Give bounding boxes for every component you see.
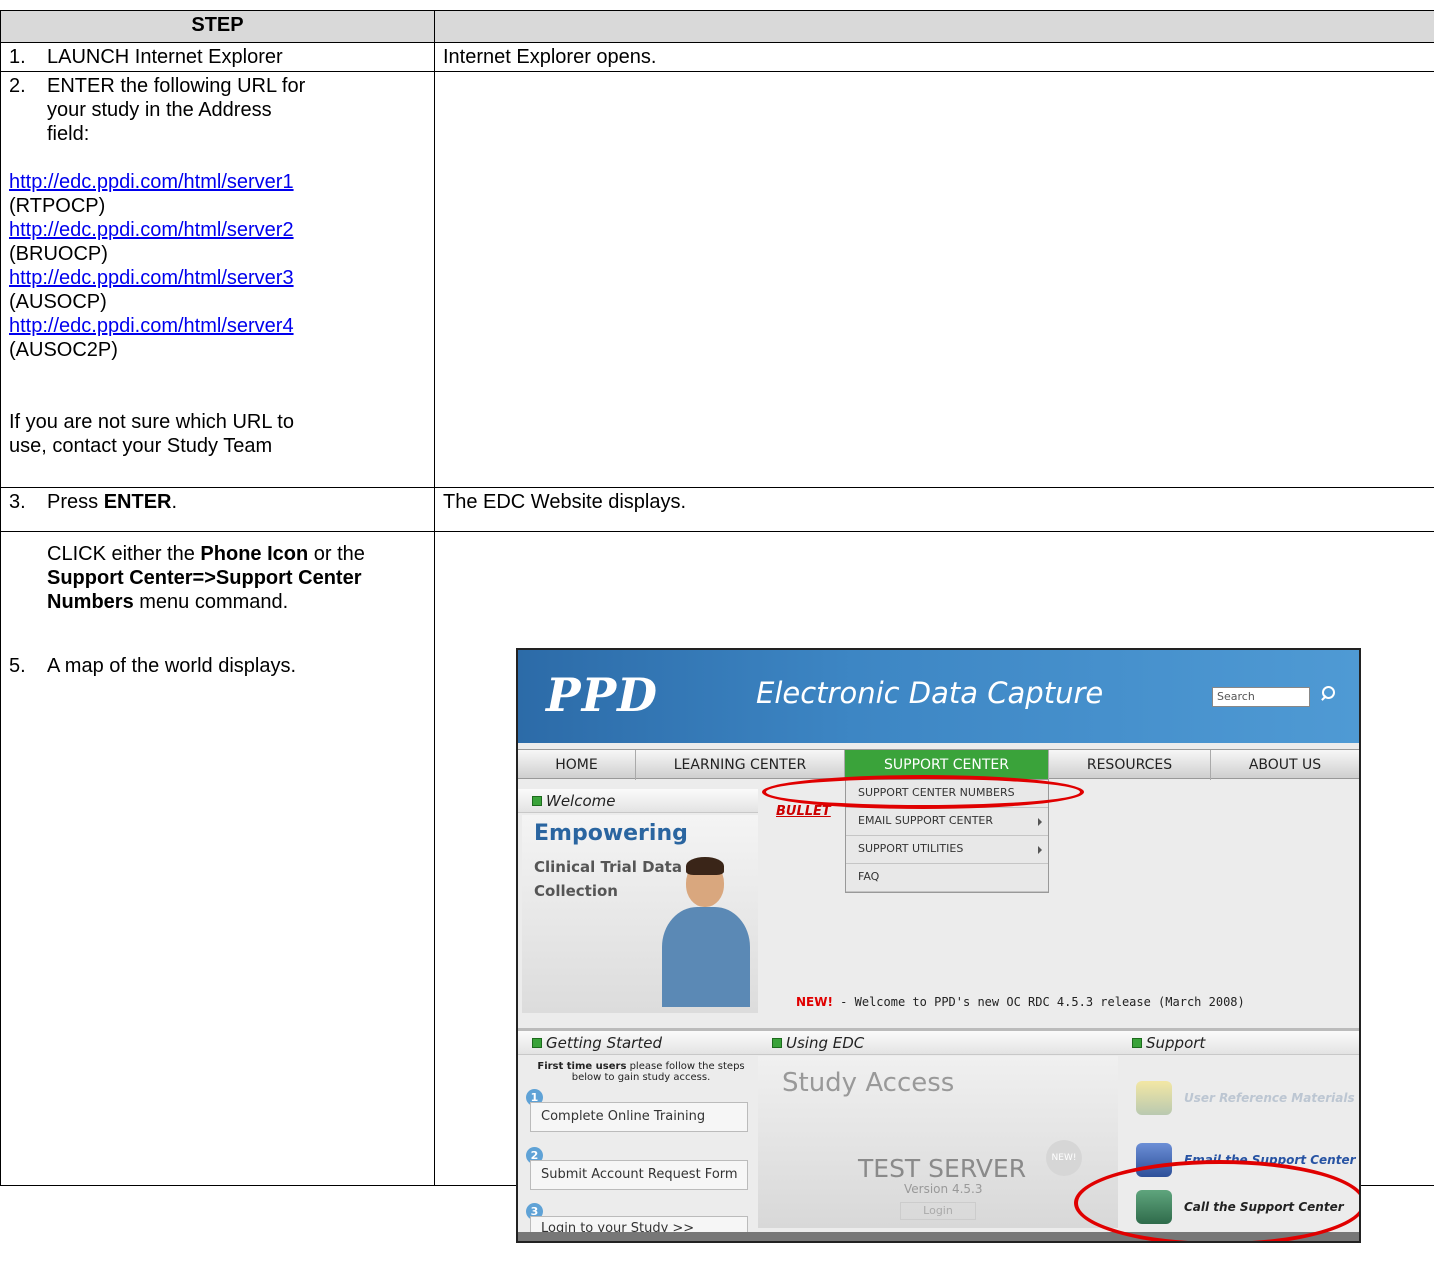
submenu-arrow-icon — [1038, 846, 1042, 854]
bullet-icon — [1132, 1038, 1142, 1048]
header-result — [434, 10, 1434, 43]
table-row-step1: 1. LAUNCH Internet Explorer Internet Expl… — [0, 42, 1434, 72]
server3-link[interactable]: http://edc.ppdi.com/html/server3 — [9, 267, 294, 289]
doctor-image — [658, 855, 750, 1007]
highlight-ellipse-phone — [1074, 1160, 1359, 1241]
table-row-step2: 2. ENTER the following URL for your study… — [0, 71, 1434, 488]
search-input[interactable]: Search — [1212, 687, 1310, 707]
menu-faq[interactable]: FAQ — [846, 864, 1048, 892]
server1-link[interactable]: http://edc.ppdi.com/html/server1 — [9, 171, 294, 193]
study-access-heading: Study Access — [782, 1068, 955, 1098]
login-button[interactable]: Login — [900, 1202, 976, 1220]
getting-started-head: Getting Started — [518, 1031, 758, 1055]
server2-link[interactable]: http://edc.ppdi.com/html/server2 — [9, 219, 294, 241]
nav-home[interactable]: HOME — [518, 750, 636, 780]
bullet-icon — [532, 1038, 542, 1048]
site-title: Electronic Data Capture — [756, 676, 1104, 710]
edc-website-screenshot: PPD Electronic Data Capture Search HOME … — [516, 648, 1361, 1243]
submenu-arrow-icon — [1038, 818, 1042, 826]
server4-link[interactable]: http://edc.ppdi.com/html/server4 — [9, 315, 294, 337]
step-text: LAUNCH Internet Explorer — [47, 46, 283, 68]
step-result: The EDC Website displays. — [434, 487, 1434, 532]
version-label: Version 4.5.3 — [904, 1182, 983, 1196]
welcome-panel: Empowering Clinical Trial Data Collection — [522, 815, 758, 1013]
menu-support-utilities[interactable]: SUPPORT UTILITIES — [846, 836, 1048, 864]
books-icon — [1136, 1081, 1172, 1115]
bulletin-link[interactable]: BULLET — [776, 804, 831, 819]
step-result: Internet Explorer opens. — [434, 42, 1434, 72]
nav-learning-center[interactable]: LEARNING CENTER — [636, 750, 845, 780]
news-line: NEW! - Welcome to PPD's new OC RDC 4.5.3… — [796, 995, 1245, 1009]
menu-email-support-center[interactable]: EMAIL SUPPORT CENTER — [846, 808, 1048, 836]
getting-started-intro: First time users please follow the steps… — [537, 1061, 745, 1083]
header-step: STEP — [0, 10, 435, 43]
complete-online-training-button[interactable]: Complete Online Training — [530, 1102, 748, 1132]
nav-resources[interactable]: RESOURCES — [1049, 750, 1211, 780]
using-edc-panel: Study Access TEST SERVER Version 4.5.3 L… — [758, 1056, 1118, 1228]
support-head: Support — [1118, 1031, 1359, 1055]
new-badge-icon: NEW! — [1046, 1140, 1082, 1176]
step-number: 2. — [9, 75, 26, 97]
banner: PPD Electronic Data Capture Search — [518, 650, 1359, 743]
step-number: 1. — [9, 46, 26, 68]
submit-account-request-button[interactable]: Submit Account Request Form — [530, 1160, 748, 1190]
table-header-row: STEP — [0, 10, 1434, 43]
search-icon[interactable] — [1318, 684, 1338, 704]
test-server-label: TEST SERVER — [858, 1154, 1027, 1183]
empowering-heading: Empowering — [534, 821, 688, 846]
table-row-step3: 3. Press ENTER. The EDC Website displays. — [0, 487, 1434, 532]
highlight-ellipse-menu — [762, 775, 1084, 809]
using-edc-head: Using EDC — [758, 1031, 1118, 1055]
nav-about-us[interactable]: ABOUT US — [1211, 750, 1359, 780]
bullet-icon — [772, 1038, 782, 1048]
bullet-icon — [532, 796, 542, 806]
ppd-logo: PPD — [546, 668, 659, 722]
welcome-panel-head: Welcome — [518, 789, 758, 813]
